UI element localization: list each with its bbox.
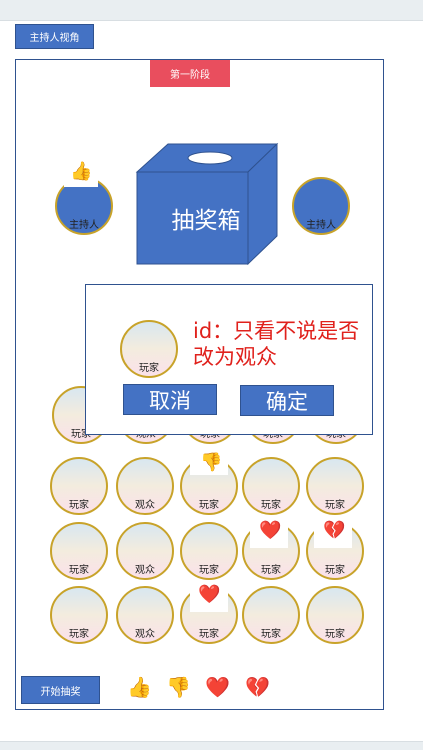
player-avatar[interactable]: 观众 [116,586,174,644]
host-label: 主持人 [69,220,99,231]
player-label: 玩家 [261,500,281,511]
box-slot [187,151,233,165]
thumbs-up-icon: 👍 [70,161,93,182]
player-label: 玩家 [261,565,281,576]
player-label: 玩家 [261,629,281,640]
player-label: 观众 [135,500,155,511]
player-label: 玩家 [199,565,219,576]
broken-heart-icon[interactable]: 💔 [245,675,270,699]
player-label: 玩家 [325,500,345,511]
thumbs-down-icon: 👎 [200,452,223,473]
player-label: 玩家 [325,565,345,576]
start-lottery-button[interactable]: 开始抽奖 [21,676,100,704]
player-avatar[interactable]: 观众 [116,522,174,580]
top-bar [0,0,423,21]
player-label: 玩家 [69,629,89,640]
host-label: 主持人 [306,220,336,231]
broken-heart-icon: 💔 [323,520,346,541]
dialog-player-avatar: 玩家 [120,320,178,378]
player-label: 玩家 [69,565,89,576]
player-label: 玩家 [139,363,159,374]
confirm-button[interactable]: 确定 [240,385,334,416]
player-avatar[interactable]: 观众 [116,457,174,515]
heart-icon: ❤️ [259,520,282,541]
cancel-button[interactable]: 取消 [123,384,217,415]
player-avatar[interactable]: 玩家 [50,522,108,580]
player-avatar[interactable]: 玩家 [306,457,364,515]
lottery-box-label: 抽奖箱 [171,208,241,234]
player-label: 玩家 [69,500,89,511]
heart-icon[interactable]: ❤️ [205,675,230,699]
player-label: 观众 [135,565,155,576]
player-avatar[interactable]: 玩家 [242,586,300,644]
stage-badge: 第一阶段 [150,60,230,87]
player-avatar[interactable]: 玩家 [180,522,238,580]
host-view-button[interactable]: 主持人视角 [15,24,94,49]
thumbs-down-icon[interactable]: 👎 [166,675,191,699]
player-avatar[interactable]: 玩家 [242,457,300,515]
player-avatar[interactable]: 玩家 [50,586,108,644]
player-label: 玩家 [199,500,219,511]
dialog-message: id：只看不说是否改为观众 [193,319,360,369]
player-label: 观众 [135,629,155,640]
player-avatar[interactable]: 玩家 [306,586,364,644]
player-label: 玩家 [325,629,345,640]
host-avatar-right[interactable]: 主持人 [292,177,350,235]
player-avatar[interactable]: 玩家 [50,457,108,515]
thumbs-up-icon[interactable]: 👍 [127,675,152,699]
player-label: 玩家 [199,629,219,640]
heart-icon: ❤️ [198,584,221,605]
